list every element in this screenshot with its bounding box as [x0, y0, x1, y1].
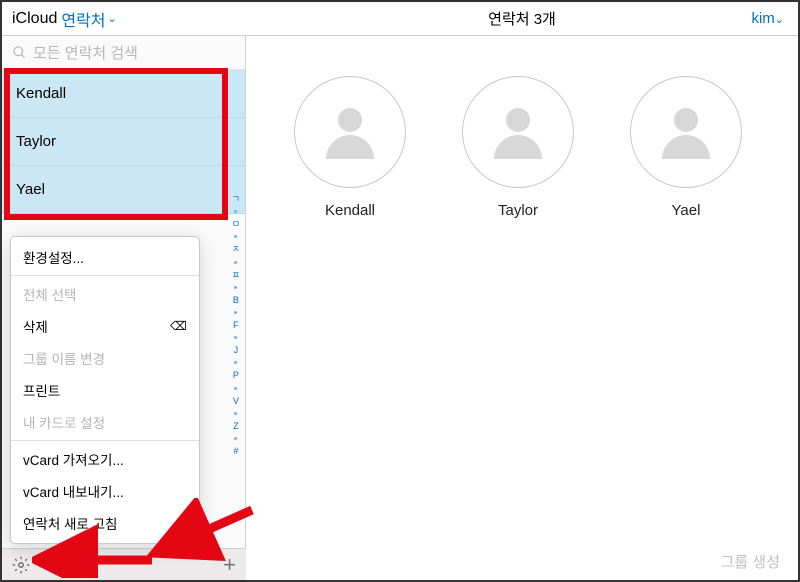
- index-dot: [234, 437, 237, 440]
- menu-set-my-card: 내 카드로 설정: [11, 406, 199, 438]
- index-letter[interactable]: ㅈ: [232, 241, 240, 257]
- index-dot: [234, 261, 237, 264]
- index-letter[interactable]: F: [233, 317, 239, 333]
- contact-count: 연락처 3개: [488, 8, 556, 29]
- card-name: Kendall: [325, 202, 375, 219]
- contact-name: Kendall: [16, 85, 66, 102]
- menu-select-all: 전체 선택: [11, 278, 199, 310]
- index-letter[interactable]: B: [233, 292, 239, 308]
- add-button[interactable]: +: [223, 552, 236, 578]
- menu-vcard-import[interactable]: vCard 가져오기...: [11, 443, 199, 475]
- index-dot: [234, 336, 237, 339]
- chevron-down-icon: ⌄: [775, 14, 784, 26]
- contact-card[interactable]: Yael: [630, 76, 742, 219]
- gear-menu-popup: 환경설정... 전체 선택 삭제⌫ 그룹 이름 변경 프린트 내 카드로 설정 …: [10, 236, 200, 544]
- index-dot: [234, 361, 237, 364]
- index-dot: [234, 311, 237, 314]
- user-dropdown[interactable]: kim⌄: [751, 10, 784, 27]
- gear-icon[interactable]: [12, 556, 30, 574]
- index-letter[interactable]: Z: [233, 418, 239, 434]
- index-letter[interactable]: P: [233, 367, 239, 383]
- avatar-placeholder: [462, 76, 574, 188]
- menu-separator: [11, 275, 199, 276]
- contact-card[interactable]: Taylor: [462, 76, 574, 219]
- contact-row[interactable]: Kendall: [2, 70, 245, 118]
- alpha-index-rail[interactable]: ㄱ ㅁ ㅈ ㅍ B F J P V Z #: [232, 191, 240, 459]
- avatar-placeholder: [630, 76, 742, 188]
- contacts-label: 연락처: [61, 7, 105, 31]
- menu-rename-group: 그룹 이름 변경: [11, 342, 199, 374]
- app-title-dropdown[interactable]: iCloud 연락처 ⌄: [2, 2, 246, 35]
- group-create-button[interactable]: 그룹 생성: [721, 551, 780, 572]
- contact-name: Yael: [16, 181, 45, 198]
- icloud-label: iCloud: [12, 10, 57, 28]
- index-dot: [234, 286, 237, 289]
- search-input[interactable]: 모든 연락처 검색: [2, 36, 245, 70]
- menu-separator: [11, 440, 199, 441]
- index-letter[interactable]: ㅍ: [232, 267, 240, 283]
- index-letter[interactable]: ㄱ: [232, 191, 240, 207]
- contact-row[interactable]: Taylor: [2, 118, 245, 166]
- index-letter[interactable]: #: [233, 443, 238, 459]
- chevron-down-icon: ⌄: [108, 12, 117, 25]
- card-name: Yael: [672, 202, 701, 219]
- index-dot: [234, 210, 237, 213]
- index-dot: [234, 387, 237, 390]
- menu-preferences[interactable]: 환경설정...: [11, 241, 199, 273]
- backspace-icon: ⌫: [170, 319, 187, 333]
- index-letter[interactable]: V: [233, 393, 239, 409]
- contact-row[interactable]: Yael: [2, 166, 245, 214]
- index-letter[interactable]: ㅁ: [232, 216, 240, 232]
- card-name: Taylor: [498, 202, 538, 219]
- menu-refresh[interactable]: 연락처 새로 고침: [11, 507, 199, 539]
- menu-vcard-export[interactable]: vCard 내보내기...: [11, 475, 199, 507]
- search-icon: [12, 45, 27, 60]
- user-name: kim: [751, 10, 774, 27]
- index-dot: [234, 235, 237, 238]
- contact-name: Taylor: [16, 133, 56, 150]
- index-letter[interactable]: J: [234, 342, 239, 358]
- contact-card[interactable]: Kendall: [294, 76, 406, 219]
- index-dot: [234, 412, 237, 415]
- menu-delete[interactable]: 삭제⌫: [11, 310, 199, 342]
- search-placeholder: 모든 연락처 검색: [33, 42, 138, 63]
- avatar-placeholder: [294, 76, 406, 188]
- menu-print[interactable]: 프린트: [11, 374, 199, 406]
